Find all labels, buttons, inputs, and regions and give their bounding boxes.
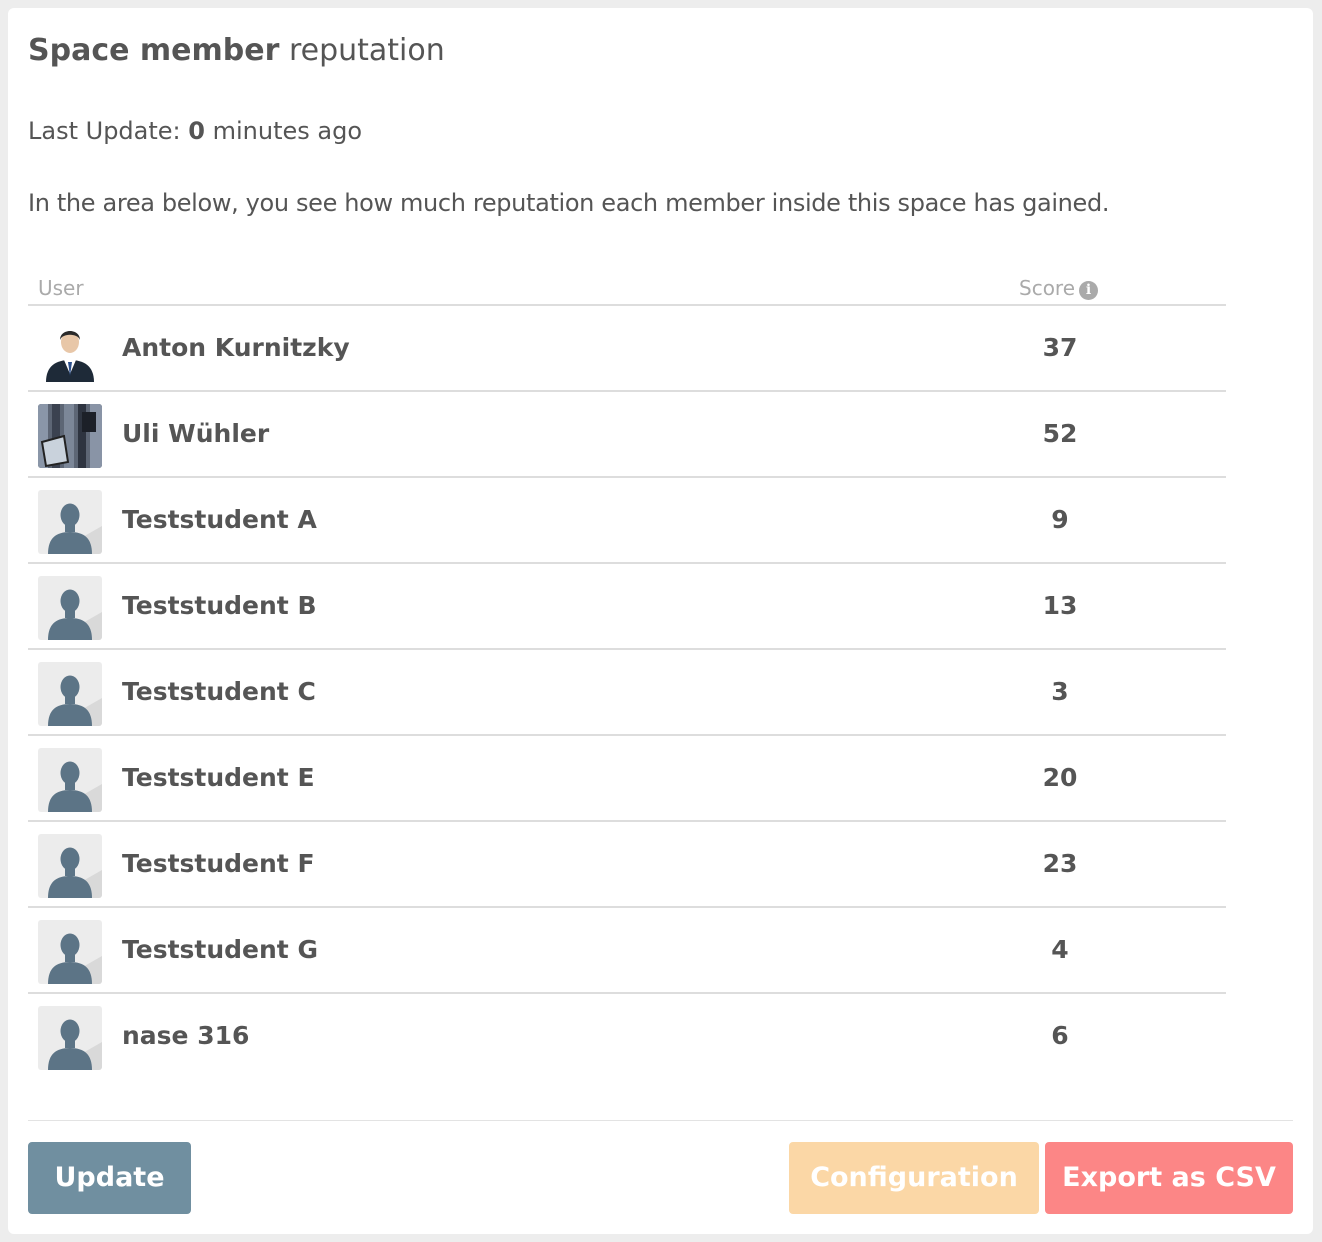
- user-name-link[interactable]: Teststudent E: [122, 762, 315, 794]
- title-light: reputation: [288, 33, 445, 68]
- last-update-label: Last Update:: [28, 117, 181, 145]
- page-title: Space member reputation: [28, 32, 445, 70]
- score-value: 37: [1042, 333, 1078, 362]
- user-name-link[interactable]: Anton Kurnitzky: [122, 332, 350, 364]
- default-user-avatar[interactable]: [38, 1006, 102, 1070]
- last-update-text: Last Update: 0 minutes ago: [28, 116, 362, 146]
- score-value: 52: [1042, 419, 1078, 448]
- businessman-avatar[interactable]: [38, 318, 102, 382]
- default-user-avatar[interactable]: [38, 834, 102, 898]
- score-value: 13: [1042, 591, 1078, 620]
- table-row: nase 316 6: [28, 994, 1226, 1080]
- table-header: User Score i: [28, 270, 1226, 306]
- table-row: Teststudent C 3: [28, 650, 1226, 736]
- user-name-link[interactable]: Teststudent A: [122, 504, 317, 536]
- table-row: Uli Wühler 52: [28, 392, 1226, 478]
- column-header-user: User: [38, 276, 84, 300]
- user-name-link[interactable]: nase 316: [122, 1020, 249, 1052]
- user-name-link[interactable]: Teststudent F: [122, 848, 315, 880]
- last-update-suffix: minutes ago: [212, 117, 363, 145]
- export-csv-button[interactable]: Export as CSV: [1045, 1142, 1293, 1214]
- score-value: 3: [1051, 677, 1069, 706]
- default-user-avatar[interactable]: [38, 920, 102, 984]
- default-user-avatar[interactable]: [38, 490, 102, 554]
- info-icon[interactable]: i: [1079, 281, 1099, 300]
- table-row: Teststudent A 9: [28, 478, 1226, 564]
- default-user-avatar[interactable]: [38, 576, 102, 640]
- table-row: Teststudent E 20: [28, 736, 1226, 822]
- table-body: Anton Kurnitzky 37 Uli Wühler 52 Teststudent…: [28, 306, 1226, 1080]
- score-value: 23: [1042, 849, 1078, 878]
- reputation-panel: Space member reputation Last Update: 0 m…: [8, 8, 1313, 1234]
- score-value: 9: [1051, 505, 1069, 534]
- column-header-score-label: Score: [1019, 276, 1076, 300]
- user-name-link[interactable]: Teststudent B: [122, 590, 317, 622]
- footer-divider: [28, 1120, 1293, 1121]
- table-row: Teststudent G 4: [28, 908, 1226, 994]
- user-name-link[interactable]: Teststudent G: [122, 934, 318, 966]
- configuration-button[interactable]: Configuration: [789, 1142, 1039, 1214]
- default-user-avatar[interactable]: [38, 662, 102, 726]
- table-row: Teststudent B 13: [28, 564, 1226, 650]
- update-button[interactable]: Update: [28, 1142, 191, 1214]
- table-row: Teststudent F 23: [28, 822, 1226, 908]
- reputation-table: User Score i Anton Kurnitzky 37 Uli Wühler 5…: [28, 270, 1226, 1080]
- title-strong: Space member: [28, 33, 280, 68]
- table-row: Anton Kurnitzky 37: [28, 306, 1226, 392]
- score-value: 20: [1042, 763, 1078, 792]
- user-name-link[interactable]: Uli Wühler: [122, 418, 269, 450]
- score-value: 4: [1051, 935, 1069, 964]
- score-value: 6: [1051, 1021, 1069, 1050]
- description-text: In the area below, you see how much repu…: [28, 189, 1110, 217]
- column-header-score: Score i: [1019, 276, 1099, 300]
- building-photo-avatar[interactable]: [38, 404, 102, 468]
- default-user-avatar[interactable]: [38, 748, 102, 812]
- user-name-link[interactable]: Teststudent C: [122, 676, 316, 708]
- last-update-value: 0: [188, 117, 205, 145]
